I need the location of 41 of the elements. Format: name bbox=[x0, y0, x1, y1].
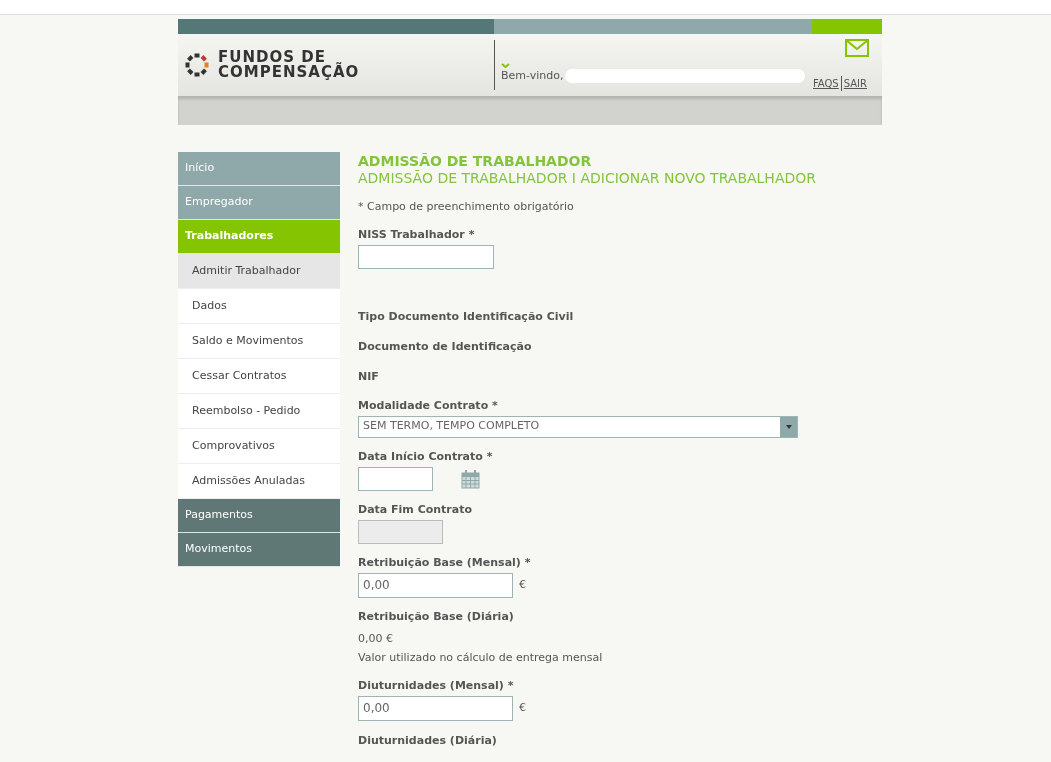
field-label: Diuturnidades (Diária) bbox=[358, 733, 498, 748]
header-link[interactable]: FAQS bbox=[811, 76, 841, 91]
nav-item[interactable]: Dados bbox=[178, 289, 340, 324]
field-label: Documento de Identificação bbox=[358, 339, 533, 354]
currency-symbol: € bbox=[519, 576, 526, 593]
field-label: Retribuição Base (Mensal) * bbox=[358, 555, 532, 570]
welcome-text: Bem-vindo, bbox=[501, 67, 564, 84]
nav-item[interactable]: Saldo e Movimentos bbox=[178, 324, 340, 359]
field-label: Tipo Documento Identificação Civil bbox=[358, 309, 575, 324]
amount-field[interactable]: 0,00 bbox=[358, 572, 513, 598]
field-label: Retribuição Base (Diária) bbox=[358, 609, 515, 624]
logo-icon bbox=[184, 52, 210, 78]
caret-icon bbox=[785, 424, 792, 429]
field-label: NISS Trabalhador * bbox=[358, 227, 476, 242]
field-value: 0,00 € bbox=[358, 630, 394, 647]
nav-item[interactable]: Reembolso - Pedido bbox=[178, 394, 340, 429]
page-subtitle: ADMISSÃO DE TRABALHADOR I ADICIONAR NOVO TRABALHADOR bbox=[358, 170, 817, 187]
nav-item[interactable]: Admissões Anuladas bbox=[178, 464, 340, 499]
nav-item[interactable]: Cessar Contratos bbox=[178, 359, 340, 394]
text-field[interactable] bbox=[358, 244, 494, 269]
date-field[interactable] bbox=[358, 466, 433, 491]
field-label: NIF bbox=[358, 369, 380, 384]
required-note: * Campo de preenchimento obrigatório bbox=[358, 199, 575, 215]
mail-icon[interactable] bbox=[845, 39, 869, 57]
chevron-icon bbox=[501, 62, 510, 68]
field-label: Data Início Contrato * bbox=[358, 449, 494, 464]
nav-section[interactable]: Movimentos bbox=[178, 533, 340, 567]
field-label: Modalidade Contrato * bbox=[358, 398, 499, 413]
calendar-icon[interactable] bbox=[461, 468, 480, 489]
amount-field[interactable]: 0,00 bbox=[358, 695, 513, 721]
currency-symbol: € bbox=[519, 699, 526, 716]
nav-item[interactable]: Comprovativos bbox=[178, 429, 340, 464]
nav-item[interactable]: Admitir Trabalhador bbox=[178, 254, 340, 289]
header-link[interactable]: SAIR bbox=[840, 76, 869, 91]
field-label: Data Fim Contrato bbox=[358, 502, 474, 517]
field-label: Diuturnidades (Mensal) * bbox=[358, 678, 515, 693]
contract-type-dropdown[interactable]: SEM TERMO, TEMPO COMPLETO bbox=[358, 415, 798, 438]
logo-text: FUNDOS DE bbox=[218, 50, 326, 65]
page-title: ADMISSÃO DE TRABALHADOR bbox=[358, 153, 593, 170]
nav-section[interactable]: Pagamentos bbox=[178, 499, 340, 533]
field-note: Valor utilizado no cálculo de entrega mensal bbox=[358, 650, 604, 666]
